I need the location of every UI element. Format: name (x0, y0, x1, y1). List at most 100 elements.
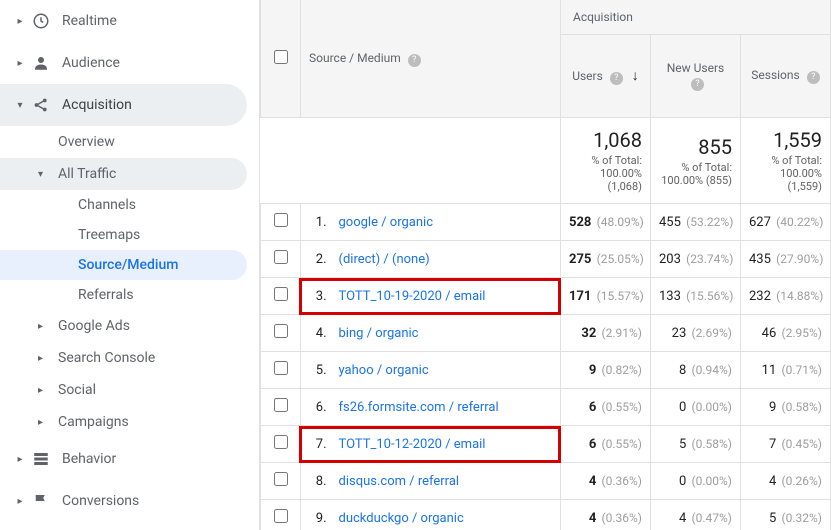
row-new-users: 455 (53.22%) (651, 204, 741, 241)
nav-referrals[interactable]: Referrals (0, 280, 259, 310)
nav-overview[interactable]: Overview (0, 126, 259, 158)
row-checkbox[interactable] (274, 361, 288, 375)
row-index: 9. (301, 500, 331, 530)
row-source: TOTT_10-19-2020 / email (331, 278, 561, 315)
caret-icon: ▸ (14, 454, 26, 465)
source-link[interactable]: bing / organic (339, 326, 419, 341)
table-row: 8. disqus.com / referral 4 (0.36%)0 (0.00%… (261, 463, 831, 500)
caret-icon: ▸ (38, 385, 50, 396)
caret-icon: ▸ (14, 58, 26, 69)
row-sessions: 46 (2.95%) (741, 315, 831, 352)
caret-icon: ▸ (38, 321, 50, 332)
source-link[interactable]: (direct) / (none) (339, 252, 430, 267)
row-new-users: 5 (0.58%) (651, 426, 741, 463)
row-source: disqus.com / referral (331, 463, 561, 500)
total-users: 1,068 % of Total: 100.00% (1,068) (561, 118, 651, 204)
nav-label: Conversions (62, 493, 139, 509)
row-checkbox[interactable] (274, 509, 288, 523)
source-link[interactable]: duckduckgo / organic (339, 511, 464, 526)
row-checkbox[interactable] (274, 287, 288, 301)
caret-down-icon: ▾ (14, 100, 26, 111)
row-sessions: 5 (0.32%) (741, 500, 831, 530)
row-sessions: 435 (27.90%) (741, 241, 831, 278)
table-row: 2.(direct) / (none)275 (25.05%)203 (23.7… (261, 241, 831, 278)
nav-social[interactable]: ▸Social (0, 374, 259, 406)
col-source-medium[interactable]: Source / Medium ? (301, 0, 561, 118)
table-row: 6.fs26.formsite.com / referral6 (0.55%)0… (261, 389, 831, 426)
row-users: 171 (15.57%) (561, 278, 651, 315)
row-source: bing / organic (331, 315, 561, 352)
nav-behavior[interactable]: ▸ Behavior (0, 438, 259, 480)
table-row: 9. duckduckgo / organic 4 (0.36%)4 (0.47%)… (261, 500, 831, 530)
caret-down-icon: ▾ (38, 169, 50, 180)
sort-desc-icon: ↓ (632, 68, 639, 84)
clock-icon (30, 10, 52, 32)
row-index: 8. (301, 463, 331, 500)
table-row: 7.TOTT_10-12-2020 / email6 (0.55%)5 (0.5… (261, 426, 831, 463)
row-source: fs26.formsite.com / referral (331, 389, 561, 426)
row-new-users: 203 (23.74%) (651, 241, 741, 278)
help-icon[interactable]: ? (610, 72, 623, 85)
row-checkbox[interactable] (274, 435, 288, 449)
row-new-users: 0 (0.00%) (651, 389, 741, 426)
caret-icon: ▸ (38, 353, 50, 364)
nav-label: Acquisition (62, 97, 132, 113)
row-sessions: 627 (40.22%) (741, 204, 831, 241)
row-index: 5. (301, 352, 331, 389)
nav-source-medium[interactable]: Source/Medium (0, 250, 247, 280)
nav-search-console[interactable]: ▸Search Console (0, 342, 259, 374)
row-sessions: 232 (14.88%) (741, 278, 831, 315)
row-checkbox[interactable] (274, 213, 288, 227)
row-new-users: 4 (0.47%) (651, 500, 741, 530)
nav-google-ads[interactable]: ▸Google Ads (0, 310, 259, 342)
source-link[interactable]: disqus.com / referral (339, 474, 460, 489)
source-link[interactable]: fs26.formsite.com / referral (339, 400, 499, 415)
row-checkbox[interactable] (274, 398, 288, 412)
col-new-users[interactable]: New Users ? (651, 35, 741, 118)
nav-acquisition[interactable]: ▾ Acquisition (0, 84, 247, 126)
total-new-users: 855 % of Total: 100.00% (855) (651, 118, 741, 204)
row-sessions: 7 (0.45%) (741, 426, 831, 463)
caret-icon: ▸ (14, 496, 26, 507)
nav-treemaps[interactable]: Treemaps (0, 220, 259, 250)
help-icon[interactable]: ? (408, 54, 421, 67)
select-all-checkbox[interactable] (274, 50, 288, 64)
nav-label: Audience (62, 55, 120, 71)
row-users: 4 (0.36%) (561, 463, 651, 500)
source-link[interactable]: google / organic (339, 215, 434, 230)
row-checkbox[interactable] (274, 324, 288, 338)
source-link[interactable]: TOTT_10-12-2020 / email (339, 437, 486, 452)
row-source: TOTT_10-12-2020 / email (331, 426, 561, 463)
row-source: yahoo / organic (331, 352, 561, 389)
nav-channels[interactable]: Channels (0, 190, 259, 220)
nav-campaigns[interactable]: ▸Campaigns (0, 406, 259, 438)
row-users: 4 (0.36%) (561, 500, 651, 530)
table-row: 5.yahoo / organic9 (0.82%)8 (0.94%)11 (0… (261, 352, 831, 389)
nav-all-traffic[interactable]: ▾ All Traffic (0, 158, 247, 190)
nav-audience[interactable]: ▸ Audience (0, 42, 259, 84)
total-sessions: 1,559 % of Total: 100.00% (1,559) (741, 118, 831, 204)
sidebar: ▸ Realtime ▸ Audience ▾ Acquisition Over… (0, 0, 260, 530)
row-source: duckduckgo / organic (331, 500, 561, 530)
data-table: Source / Medium ? Acquisition Users ? ↓ … (260, 0, 831, 530)
row-checkbox[interactable] (274, 472, 288, 486)
row-new-users: 8 (0.94%) (651, 352, 741, 389)
help-icon[interactable]: ? (807, 71, 820, 84)
col-sessions[interactable]: Sessions ? (741, 35, 831, 118)
select-all-cell (261, 0, 301, 118)
row-checkbox[interactable] (274, 250, 288, 264)
source-link[interactable]: yahoo / organic (339, 363, 429, 378)
help-icon[interactable]: ? (691, 78, 704, 91)
nav-conversions[interactable]: ▸ Conversions (0, 480, 259, 522)
row-new-users: 133 (15.56%) (651, 278, 741, 315)
row-index: 7. (301, 426, 331, 463)
row-users: 6 (0.55%) (561, 389, 651, 426)
col-users[interactable]: Users ? ↓ (561, 35, 651, 118)
row-new-users: 0 (0.00%) (651, 463, 741, 500)
nav-realtime[interactable]: ▸ Realtime (0, 0, 259, 42)
source-link[interactable]: TOTT_10-19-2020 / email (339, 289, 486, 304)
row-index: 2. (301, 241, 331, 278)
row-index: 4. (301, 315, 331, 352)
row-source: google / organic (331, 204, 561, 241)
row-users: 32 (2.91%) (561, 315, 651, 352)
